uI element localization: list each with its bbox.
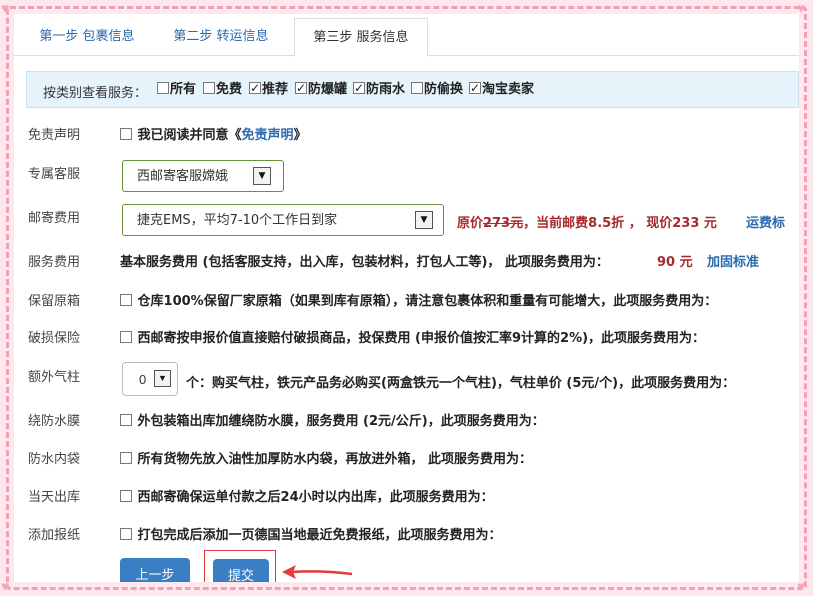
air-column-text: 个：购买气柱，铁元产品务必购买(两盒铁元一个气柱)，气柱单价 (5元/个)，此项… — [186, 376, 736, 391]
filter-taobao-seller[interactable]: 淘宝卖家 — [469, 79, 534, 99]
red-arrow-icon — [282, 565, 353, 579]
heart-icon: ♥ — [1, 578, 10, 594]
checkbox-icon[interactable] — [411, 82, 423, 94]
service-fee-price: 90 元 — [657, 255, 693, 270]
checkbox-checked-icon[interactable] — [295, 79, 307, 97]
filter-free[interactable]: 免费 — [203, 81, 242, 99]
tab-step-1[interactable]: 第一步 包裹信息 — [24, 18, 150, 56]
main-panel: 第一步 包裹信息 第二步 转运信息 第三步 服务信息 按类别查看服务： 所有 免… — [14, 14, 799, 582]
filter-explosion-proof[interactable]: 防爆罐 — [295, 79, 347, 99]
checkbox-checked-icon[interactable] — [249, 79, 261, 97]
service-fee-text: 基本服务费用 (包括客服支持，出入库，包装材料，打包人工等)， 此项服务费用为： — [120, 255, 609, 270]
row-label: 专属客服 — [28, 167, 81, 182]
reinforce-standard-link[interactable]: 加固标准 — [707, 251, 759, 270]
row-label: 当天出库 — [28, 490, 81, 505]
checkbox-icon[interactable] — [157, 82, 169, 94]
checkbox-icon[interactable] — [120, 128, 132, 140]
checkbox-checked-icon[interactable] — [353, 79, 365, 97]
checkbox-icon[interactable] — [120, 528, 132, 540]
same-day-option[interactable]: 西邮寄确保运单付款之后24小时以内出库，此项服务费用为： — [120, 486, 494, 505]
step-tabs: 第一步 包裹信息 第二步 转运信息 第三步 服务信息 — [14, 14, 799, 57]
filter-anti-swap[interactable]: 防偷换 — [411, 81, 463, 99]
filter-rainproof[interactable]: 防雨水 — [353, 79, 405, 99]
filter-all[interactable]: 所有 — [157, 81, 196, 99]
disclaimer-check[interactable]: 我已阅读并同意《免责声明》 — [120, 124, 307, 143]
checkbox-icon[interactable] — [120, 294, 132, 306]
row-label: 额外气柱 — [28, 370, 81, 385]
disclaimer-link[interactable]: 免责声明 — [242, 128, 294, 143]
submit-button[interactable]: 提交 — [213, 559, 269, 582]
postage-price-info: 原价273元，当前邮费8.5折 ， 现价233 元 — [457, 216, 717, 231]
filter-recommended[interactable]: 推荐 — [249, 79, 288, 99]
row-label: 添加报纸 — [28, 528, 81, 543]
service-agent-select[interactable]: 西邮寄客服嫦娥 ▼ — [122, 160, 284, 192]
checkbox-icon[interactable] — [203, 82, 215, 94]
air-column-quantity-select[interactable]: 0 ▼ — [122, 362, 178, 396]
wrap-film-option[interactable]: 外包装箱出库加缠绕防水膜，服务费用 (2元/公斤)，此项服务费用为： — [120, 410, 545, 429]
tab-step-2[interactable]: 第二步 转运信息 — [158, 18, 284, 56]
row-label: 免责声明 — [28, 128, 81, 143]
heart-icon: ♥ — [797, 0, 806, 16]
checkbox-icon[interactable] — [120, 331, 132, 343]
checkbox-icon[interactable] — [120, 414, 132, 426]
category-filter-bar: 按类别查看服务： 所有 免费 推荐 防爆罐 防雨水 防偷换 淘宝卖家 — [26, 71, 799, 108]
chevron-down-icon: ▼ — [253, 167, 271, 185]
row-label: 绕防水膜 — [28, 414, 81, 429]
heart-icon: ♥ — [1, 0, 10, 16]
submit-highlight: 提交 — [204, 550, 276, 582]
checkbox-checked-icon[interactable] — [469, 79, 481, 97]
shipping-rate-link[interactable]: 运费标 — [746, 212, 785, 231]
box-keep-option[interactable]: 仓库100%保留厂家原箱（如果到库有原箱），请注意包裹体积和重量有可能增大，此项… — [120, 290, 717, 309]
row-label: 破损保险 — [28, 331, 81, 346]
row-label: 防水内袋 — [28, 452, 81, 467]
newspaper-option[interactable]: 打包完成后添加一页德国当地最近免费报纸，此项服务费用为： — [120, 524, 502, 543]
filter-label: 按类别查看服务： — [43, 86, 148, 101]
row-label: 邮寄费用 — [28, 211, 81, 226]
tab-step-3[interactable]: 第三步 服务信息 — [294, 18, 428, 57]
shipping-method-select[interactable]: 捷克EMS，平均7-10个工作日到家 ▼ — [122, 204, 444, 236]
previous-step-button[interactable]: 上一步 — [120, 558, 190, 582]
chevron-down-icon: ▼ — [415, 211, 433, 229]
inner-bag-option[interactable]: 所有货物先放入油性加厚防水内袋，再放进外箱， 此项服务费用为： — [120, 448, 532, 467]
checkbox-icon[interactable] — [120, 490, 132, 502]
row-label: 服务费用 — [28, 255, 81, 270]
checkbox-icon[interactable] — [120, 452, 132, 464]
row-label: 保留原箱 — [28, 294, 81, 309]
insurance-option[interactable]: 西邮寄按申报价值直接赔付破损商品，投保费用 (申报价值按汇率9计算的2%)，此项… — [120, 327, 705, 346]
chevron-down-icon: ▼ — [154, 370, 171, 387]
